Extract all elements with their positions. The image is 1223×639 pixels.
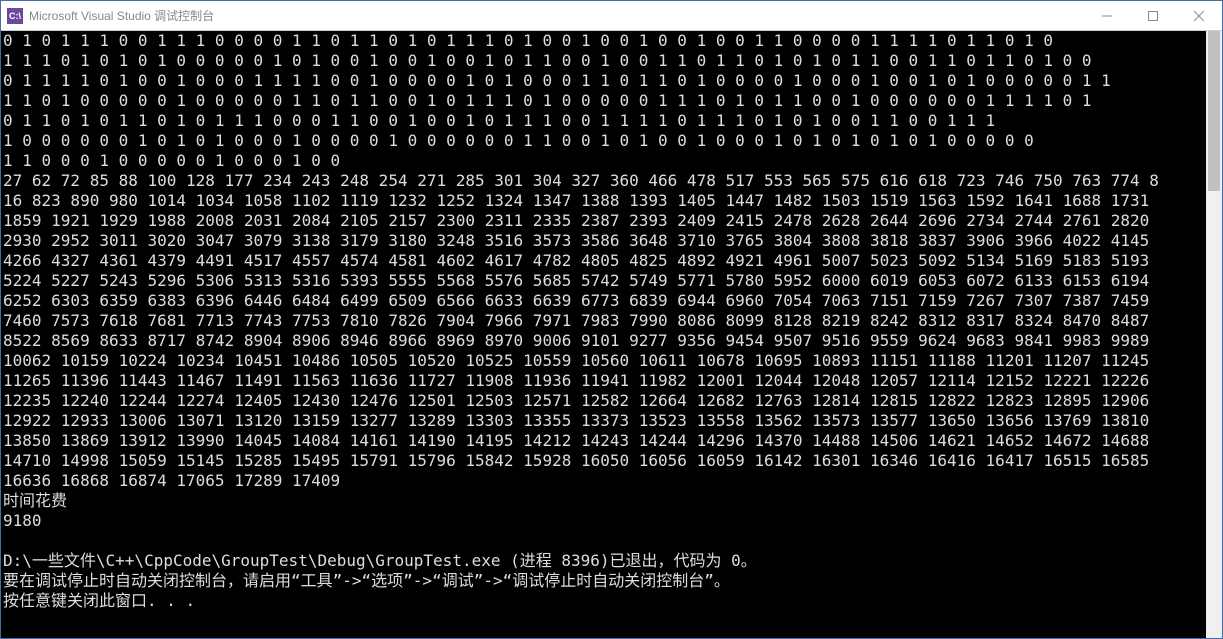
window-controls	[1084, 1, 1222, 30]
window-title: Microsoft Visual Studio 调试控制台	[29, 7, 1084, 24]
app-icon: C:\	[7, 8, 23, 24]
maximize-button[interactable]	[1130, 1, 1176, 30]
scrollbar-thumb[interactable]	[1208, 31, 1220, 191]
close-button[interactable]	[1176, 1, 1222, 30]
console-output: 0 1 0 1 1 1 0 0 1 1 1 0 0 0 0 1 1 0 1 1 …	[1, 31, 1206, 638]
window-titlebar: C:\ Microsoft Visual Studio 调试控制台	[1, 1, 1222, 31]
console-area: 0 1 0 1 1 1 0 0 1 1 1 0 0 0 0 1 1 0 1 1 …	[1, 31, 1222, 638]
vertical-scrollbar[interactable]	[1206, 31, 1222, 638]
minimize-button[interactable]	[1084, 1, 1130, 30]
